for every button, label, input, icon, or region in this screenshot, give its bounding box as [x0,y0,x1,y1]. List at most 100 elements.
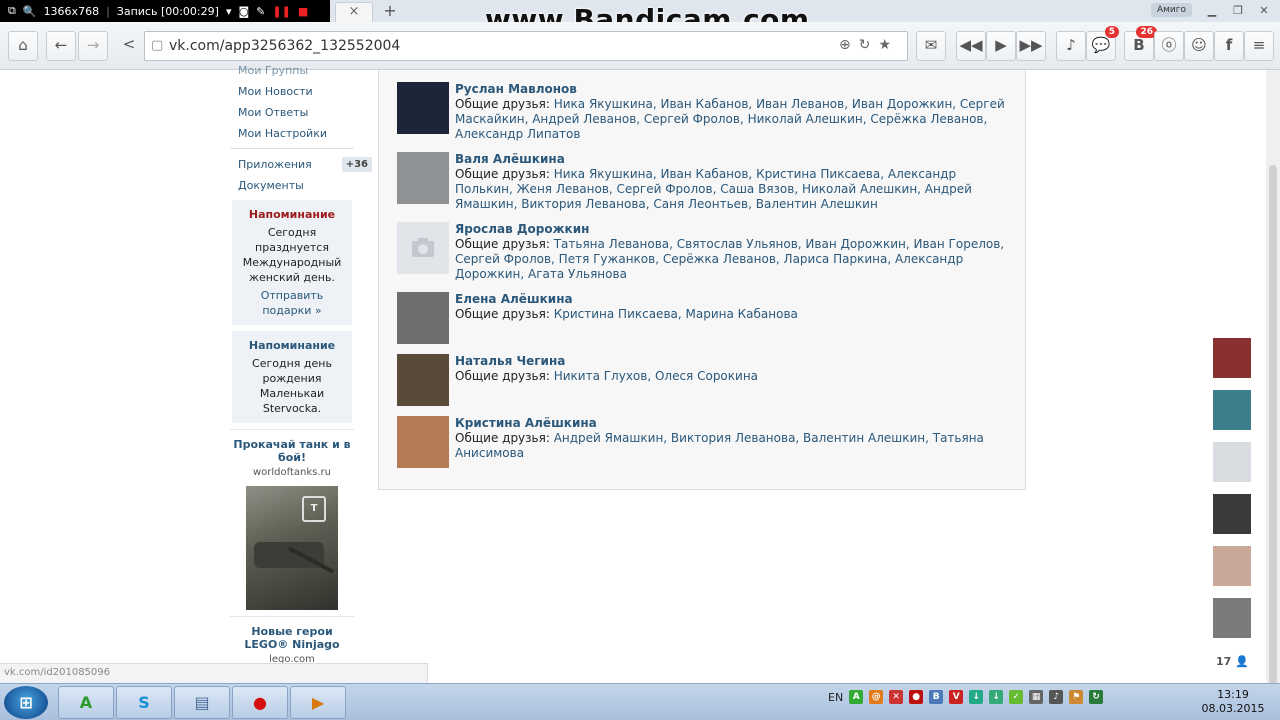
online-friend-avatar[interactable] [1213,598,1251,638]
ad-title[interactable]: Прокачай танк и в бой! [230,438,354,464]
friend-name[interactable]: Ярослав Дорожкин [455,222,1011,237]
antivirus-tray-icon[interactable]: V [949,690,964,704]
vk-button[interactable]: B 26 [1124,26,1157,61]
moimir-button[interactable]: ☺ [1184,31,1214,61]
ad-title[interactable]: Новые герои LEGO® Ninjago [230,625,354,651]
browser-menu-button[interactable]: Амиго [1150,3,1192,17]
sidebar-item-groups[interactable]: Мои Группы [230,60,354,81]
taskbar-app-bandicam[interactable]: ● [232,686,288,719]
camera-icon[interactable]: ◙ [238,5,249,18]
taskbar-app-agent[interactable]: A [58,686,114,719]
friend-avatar[interactable] [397,82,449,134]
agent-tray-icon[interactable]: A [849,690,864,704]
pencil-icon[interactable]: ✎ [256,5,265,18]
online-friend-avatar[interactable] [1213,494,1251,534]
online-friend-avatar[interactable] [1213,442,1251,482]
vk-tray-icon[interactable]: B [929,690,944,704]
volume-tray-icon[interactable]: ♪ [1049,690,1064,704]
friend-avatar[interactable] [397,292,449,344]
forward-button[interactable]: → [78,31,108,61]
online-friend-avatar[interactable] [1213,338,1251,378]
minimize-icon[interactable]: ▁ [1200,4,1224,17]
sidebar-item-news[interactable]: Мои Новости [230,81,354,102]
taskbar-app-explorer[interactable]: ▤ [174,686,230,719]
back-button[interactable]: ← [46,31,76,61]
chat-button[interactable]: 💬 5 [1086,26,1119,61]
pause-icon[interactable]: ❚❚ [272,5,290,18]
share-button[interactable]: < [114,31,144,61]
mail-button[interactable]: ✉ [916,31,946,61]
agent-icon: A [79,693,93,712]
menu-button[interactable]: ≡ [1244,31,1274,61]
taskbar-app-skype[interactable]: S [116,686,172,719]
mutual-friends-list[interactable]: Никита Глухов, Олеся Сорокина [554,369,758,383]
facebook-button[interactable]: f [1214,31,1244,61]
sidebar-item-apps[interactable]: Приложения +36 [230,153,372,175]
url-text: vk.com/app3256362_132552004 [169,38,401,54]
zoom-icon[interactable]: 🔍 [23,5,37,18]
prev-track-button[interactable]: ◀◀ [956,31,986,61]
check-tray-icon[interactable]: ✓ [1009,690,1024,704]
friend-name[interactable]: Руслан Мавлонов [455,82,1011,97]
friend-avatar[interactable] [397,416,449,468]
system-clock[interactable]: 13:19 08.03.2015 [1200,688,1266,716]
stop-icon[interactable]: ■ [298,5,308,18]
friend-name[interactable]: Елена Алёшкина [455,292,1011,307]
back-arrow-icon: ← [54,36,68,54]
play-button[interactable]: ▶ [986,31,1016,61]
sidebar-item-documents[interactable]: Документы [230,175,354,196]
rewind-icon: ◀◀ [959,36,983,54]
friend-avatar[interactable] [397,152,449,204]
star-icon[interactable]: ★ [878,37,899,53]
friend-info: Валя Алёшкина Общие друзья: Ника Якушкин… [455,152,1011,212]
page-scrollbar[interactable] [1266,70,1280,685]
chat-icon: 💬 [1091,36,1111,54]
apps-counter-badge[interactable]: +36 [341,156,372,172]
send-gifts-link[interactable]: Отправить подарки » [236,288,348,318]
home-button[interactable]: ⌂ [8,31,38,61]
sidebar-item-answers[interactable]: Мои Ответы [230,102,354,123]
ad-image-tank[interactable]: T [246,486,338,610]
tool-tray-icon[interactable]: ✕ [889,690,904,704]
friend-avatar[interactable] [397,354,449,406]
close-icon[interactable]: ✕ [1252,4,1276,17]
camera-icon [412,238,434,257]
maximize-icon[interactable]: ❐ [1226,4,1250,17]
odnoklassniki-button[interactable]: ⓞ [1154,31,1184,61]
notification-tray-icon[interactable]: ⚑ [1069,690,1084,704]
mutual-friends-label: Общие друзья: [455,369,550,383]
online-friend-avatar[interactable] [1213,546,1251,586]
record-tray-icon[interactable]: ● [909,690,924,704]
next-track-button[interactable]: ▶▶ [1016,31,1046,61]
music-button[interactable]: ♪ [1056,31,1086,61]
sidebar-item-settings[interactable]: Мои Настройки [230,123,354,144]
online-count[interactable]: 17 👤 [1216,655,1249,668]
start-button[interactable]: ⊞ [4,686,48,719]
language-indicator[interactable]: EN [828,691,843,704]
update-tray-icon[interactable]: ↓ [989,690,1004,704]
vk-icon: B [1133,36,1145,54]
reload-icon[interactable]: ↻ [859,37,879,53]
mutual-friends-list[interactable]: Кристина Пиксаева, Марина Кабанова [554,307,798,321]
dropdown-icon[interactable]: ▾ [226,5,232,18]
zoom-icon[interactable]: ⊕ [839,37,859,53]
mail-tray-icon[interactable]: @ [869,690,884,704]
online-friend-avatar[interactable] [1213,390,1251,430]
reminder-text[interactable]: Сегодня день рождения Маленькаи Stervock… [236,356,348,416]
friend-name[interactable]: Наталья Чегина [455,354,1011,369]
new-tab-button[interactable]: + [378,2,402,22]
window-icon[interactable]: ⧉ [8,4,16,18]
friend-name[interactable]: Валя Алёшкина [455,152,1011,167]
ad-worldoftanks[interactable]: Прокачай танк и в бой! worldoftanks.ru T [230,429,354,616]
friend-avatar-placeholder[interactable] [397,222,449,274]
taskbar-app-player[interactable]: ▶ [290,686,346,719]
friend-name[interactable]: Кристина Алёшкина [455,416,1011,431]
torrent-tray-icon[interactable]: ↓ [969,690,984,704]
network-tray-icon[interactable]: ▦ [1029,690,1044,704]
mutual-friends-label: Общие друзья: [455,431,550,445]
sync-tray-icon[interactable]: ↻ [1089,690,1104,704]
tab-close-icon[interactable]: × [335,2,373,22]
record-icon: ● [253,693,267,712]
address-bar[interactable]: ▢ vk.com/app3256362_132552004 ⊕↻★ [144,31,908,61]
scrollbar-thumb[interactable] [1269,165,1277,685]
